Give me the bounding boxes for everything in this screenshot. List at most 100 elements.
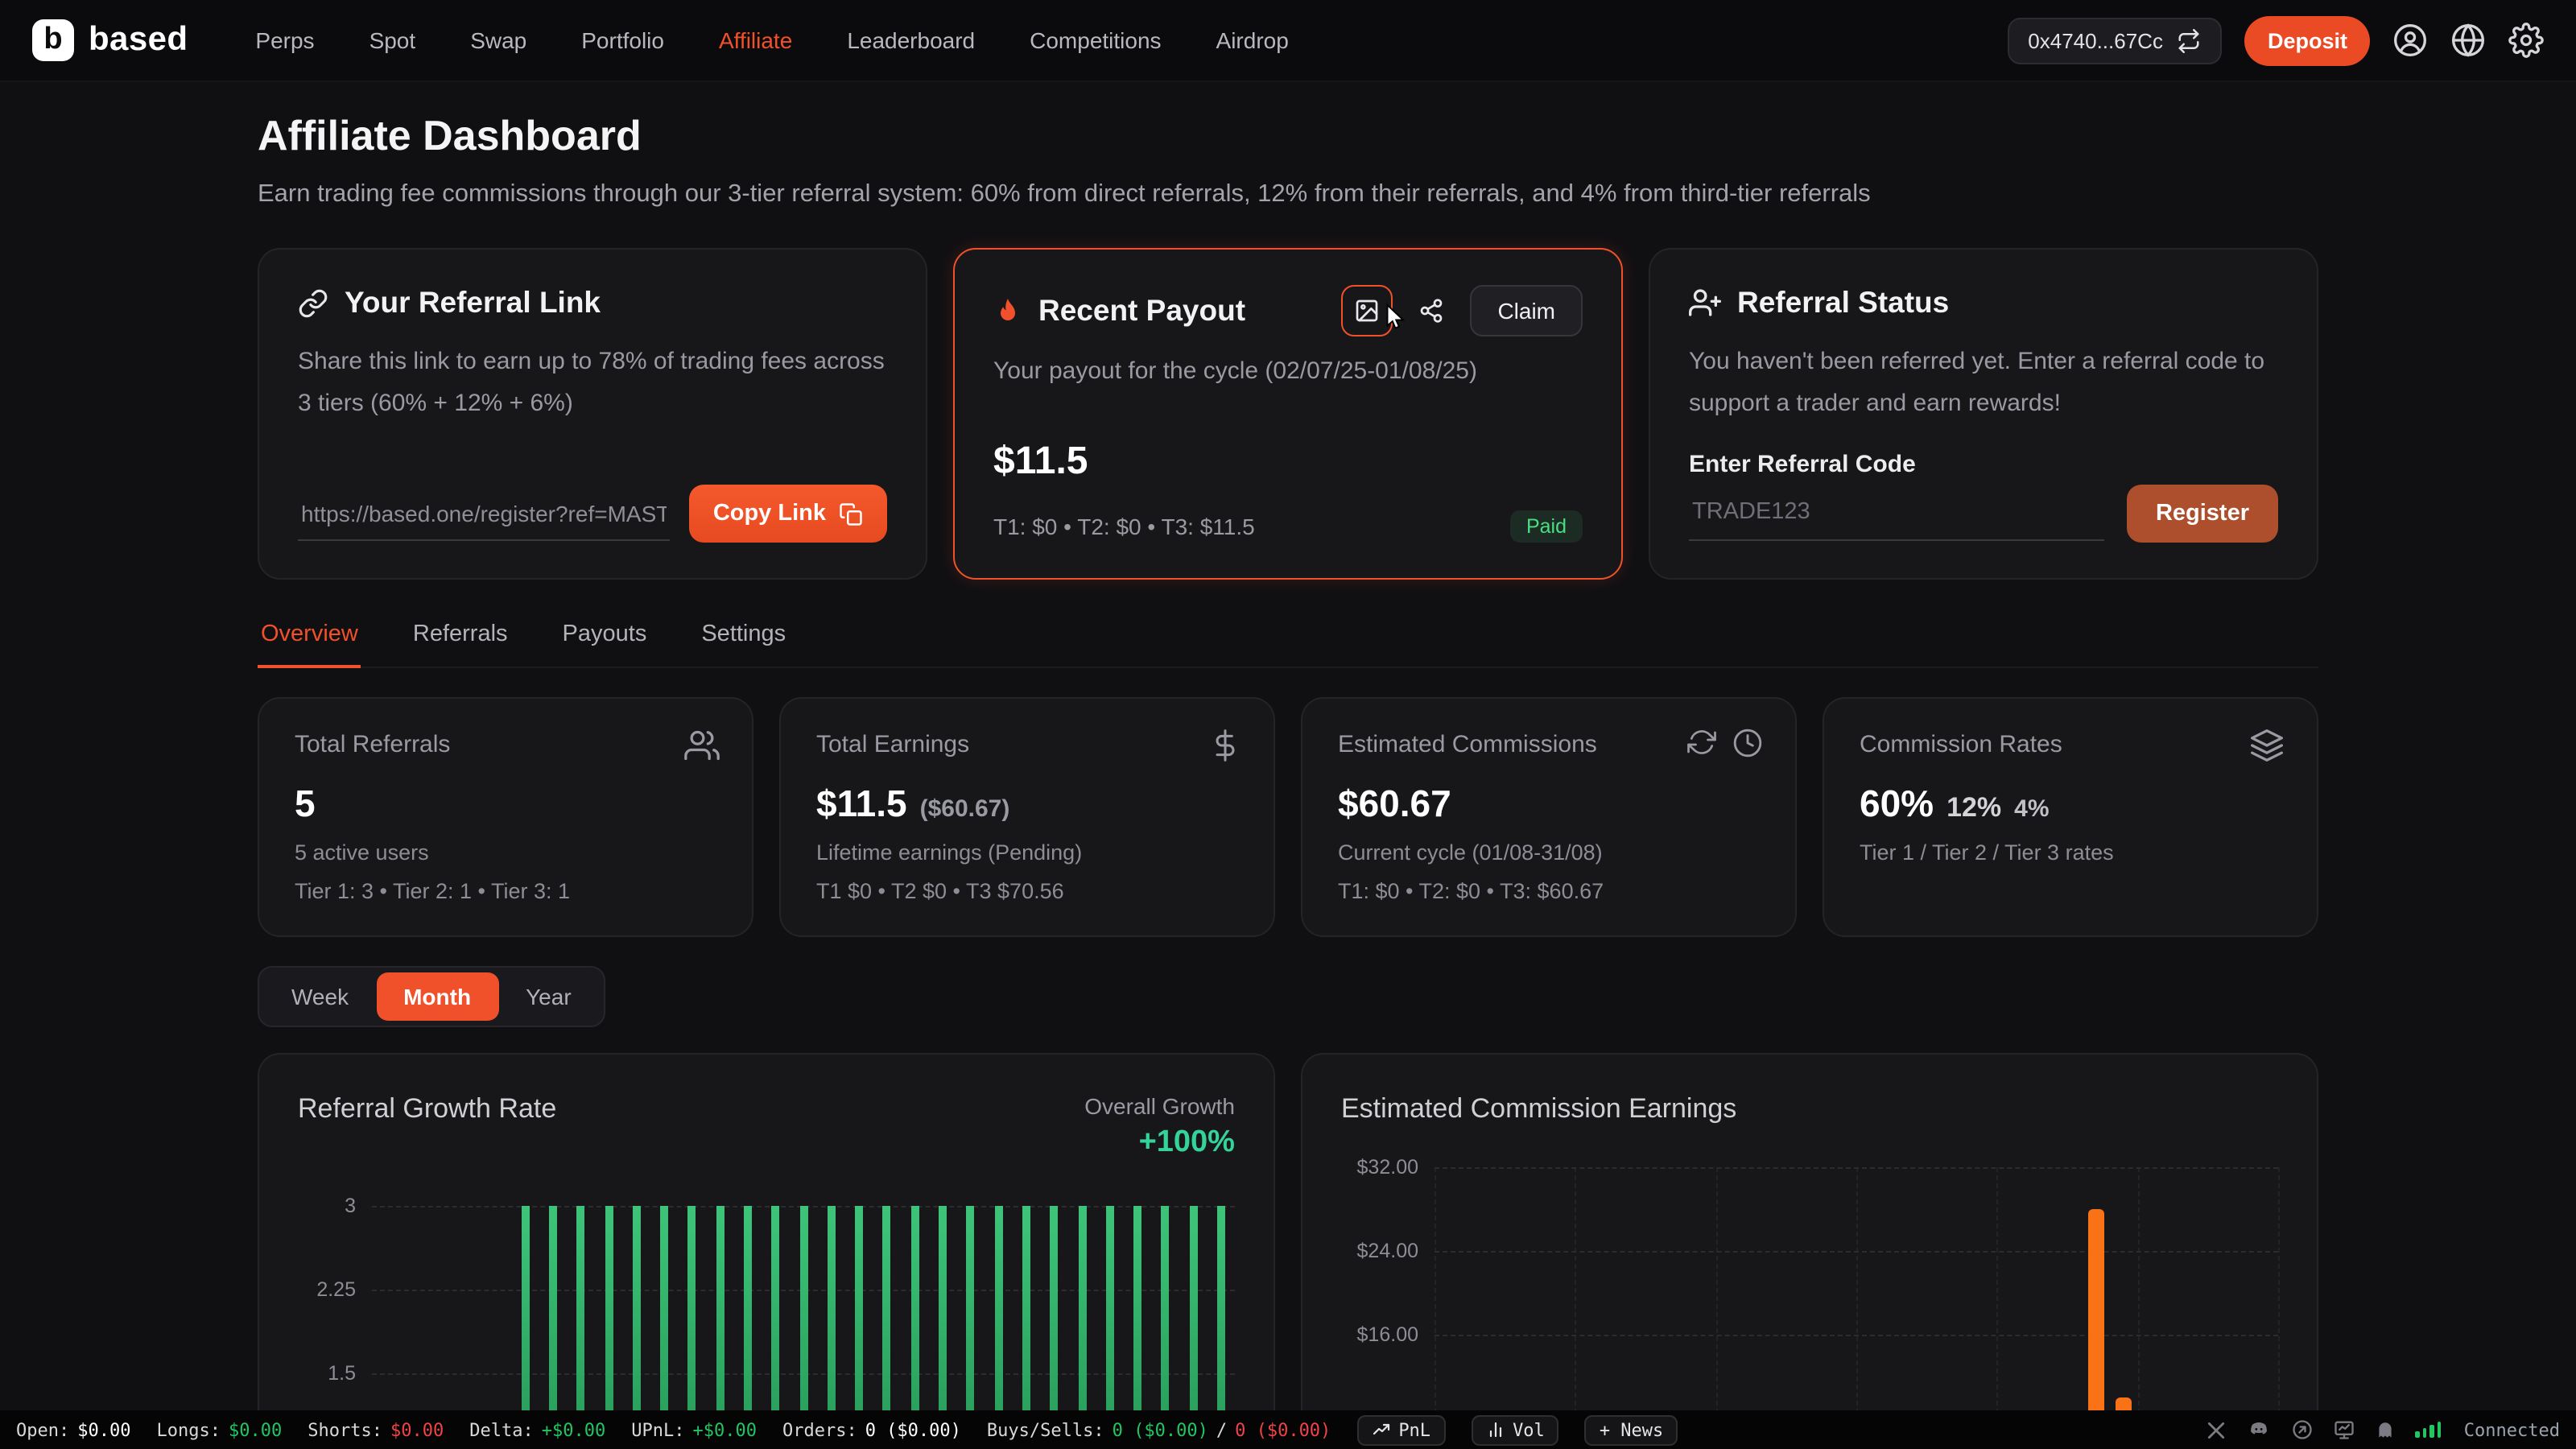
total-earnings-tiers: T1 $0 • T2 $0 • T3 $70.56 [816, 879, 1238, 903]
commission-earnings-chart-card: Estimated Commission Earnings $32.00$24.… [1301, 1053, 2318, 1449]
claim-button[interactable]: Claim [1470, 285, 1583, 336]
referral-code-input[interactable] [1689, 485, 2104, 541]
referral-link-input[interactable] [298, 487, 670, 540]
bar-slot [1800, 1167, 1828, 1449]
nav-item-perps[interactable]: Perps [255, 27, 314, 53]
wallet-address-button[interactable]: 0x4740...67Cc [2007, 17, 2223, 64]
period-option-week[interactable]: Week [264, 972, 376, 1021]
share-icon[interactable] [1406, 285, 1457, 336]
discord-icon[interactable] [2247, 1418, 2273, 1441]
chart-plot-1: $32.00$24.00$16.00 [1435, 1167, 2278, 1449]
bar-slot [2165, 1167, 2194, 1449]
period-option-month[interactable]: Month [376, 972, 498, 1021]
nav-item-leaderboard[interactable]: Leaderboard [847, 27, 975, 53]
paid-status-badge: Paid [1510, 510, 1583, 543]
bar-slot [1632, 1167, 1660, 1449]
bar-slot [1687, 1167, 1715, 1449]
status-buys-sells: Buys/Sells: 0 ($0.00)/0 ($0.00) [987, 1419, 1331, 1440]
referral-link-title: Your Referral Link [345, 285, 601, 320]
buys-sells-label: Buys/Sells: [987, 1419, 1104, 1440]
nav-item-swap[interactable]: Swap [470, 27, 526, 53]
payout-image-button[interactable] [1341, 285, 1393, 336]
chart-monitor-icon[interactable] [2334, 1418, 2356, 1441]
nav-right: 0x4740...67Cc Deposit [2007, 15, 2544, 65]
bar-slot [1744, 1167, 1772, 1449]
brand-name: based [89, 21, 188, 60]
y-tick-label: $32.00 [1357, 1156, 1418, 1179]
news-button[interactable]: + News [1585, 1414, 1678, 1445]
total-earnings-title: Total Earnings [816, 731, 1238, 758]
globe-icon[interactable] [2450, 23, 2486, 58]
total-referrals-title: Total Referrals [295, 731, 716, 758]
referral-status-description: You haven't been referred yet. Enter a r… [1689, 341, 2278, 426]
flame-icon [993, 295, 1022, 327]
nav-item-competitions[interactable]: Competitions [1030, 27, 1161, 53]
page-subtitle: Earn trading fee commissions through our… [258, 180, 2318, 209]
y-tick-label: $24.00 [1357, 1240, 1418, 1262]
bar-slot [1913, 1167, 1941, 1449]
tab-payouts[interactable]: Payouts [559, 605, 650, 667]
pnl-button[interactable]: PnL [1356, 1414, 1445, 1445]
status-bar-right: Connected [2207, 1418, 2560, 1441]
tab-settings[interactable]: Settings [698, 605, 789, 667]
copy-link-button[interactable]: Copy Link [689, 485, 887, 543]
main-content: Affiliate Dashboard Earn trading fee com… [258, 82, 2318, 1449]
referral-status-title: Referral Status [1737, 285, 1949, 320]
status-bar: Open:$0.00Longs:$0.00Shorts:$0.00Delta:+… [0, 1410, 2576, 1449]
account-icon[interactable] [2392, 23, 2428, 58]
y-tick-label: 1.5 [328, 1362, 356, 1385]
register-button[interactable]: Register [2127, 484, 2278, 542]
nav-item-spot[interactable]: Spot [369, 27, 416, 53]
period-option-year[interactable]: Year [498, 972, 599, 1021]
nav-item-airdrop[interactable]: Airdrop [1216, 27, 1289, 53]
bar-slot [1997, 1167, 2025, 1449]
tab-referrals[interactable]: Referrals [410, 605, 511, 667]
total-referrals-tiers: Tier 1: 3 • Tier 2: 1 • Tier 3: 1 [295, 879, 716, 903]
stats-row: Total Referrals 5 5 active users Tier 1:… [258, 697, 2318, 937]
vol-button[interactable]: Vol [1471, 1414, 1559, 1445]
overall-growth-value: +100% [1084, 1125, 1235, 1161]
bar-slot [1856, 1167, 1885, 1449]
status-metric-orders: Orders:0 ($0.00) [782, 1419, 961, 1440]
y-tick-label: $16.00 [1357, 1323, 1418, 1346]
external-link-circle-icon[interactable] [2292, 1418, 2314, 1441]
referral-link-card: Your Referral Link Share this link to ea… [258, 248, 927, 580]
refresh-icon[interactable] [1687, 728, 1716, 758]
nav-item-affiliate[interactable]: Affiliate [719, 27, 792, 53]
bar-slot [2110, 1167, 2138, 1449]
ghost-icon[interactable] [2376, 1419, 2396, 1440]
bar-slot [2054, 1167, 2082, 1449]
x-social-icon[interactable] [2207, 1419, 2227, 1440]
deposit-button[interactable]: Deposit [2245, 15, 2370, 65]
rate-tier3: 4% [2014, 795, 2049, 823]
bar-slot [1715, 1167, 1744, 1449]
period-toggle: WeekMonthYear [258, 966, 605, 1027]
overall-growth-label: Overall Growth [1084, 1093, 1235, 1119]
brand-logo[interactable]: b based [32, 19, 188, 61]
nav-item-portfolio[interactable]: Portfolio [581, 27, 664, 53]
status-metrics: Open:$0.00Longs:$0.00Shorts:$0.00Delta:+… [16, 1419, 961, 1440]
status-metric-delta: Delta:+$0.00 [469, 1419, 605, 1440]
bar-slot [2250, 1167, 2278, 1449]
wallet-address: 0x4740...67Cc [2028, 28, 2163, 52]
status-metric-upnl: UPnL:+$0.00 [631, 1419, 757, 1440]
bar-chart-icon [1485, 1420, 1505, 1439]
referral-growth-chart-card: Referral Growth Rate Overall Growth +100… [258, 1053, 1275, 1449]
bar-slot [1463, 1167, 1491, 1449]
top-cards-row: Your Referral Link Share this link to ea… [258, 248, 2318, 580]
users-icon [684, 728, 720, 763]
app-viewport: b based Perps Spot Swap Portfolio Affiliate L… [0, 0, 2576, 1449]
payout-actions: Claim [1341, 285, 1583, 336]
bar-slot [1604, 1167, 1632, 1449]
settings-gear-icon[interactable] [2508, 23, 2544, 58]
commission-rates-card: Commission Rates 60% 12% 4% Tier 1 / Tie… [1823, 697, 2318, 937]
referral-code-label: Enter Referral Code [1689, 450, 2278, 477]
vol-button-label: Vol [1513, 1419, 1545, 1440]
estimated-commissions-cycle: Current cycle (01/08-31/08) [1338, 840, 1760, 865]
total-earnings-sub: Lifetime earnings (Pending) [816, 840, 1238, 865]
tabs: Overview Referrals Payouts Settings [258, 605, 2318, 668]
nav-links: Perps Spot Swap Portfolio Affiliate Leaderboa… [255, 27, 2007, 53]
tab-overview[interactable]: Overview [258, 605, 361, 668]
bar-slot [2137, 1167, 2165, 1449]
connection-signal-icon [2416, 1422, 2442, 1438]
